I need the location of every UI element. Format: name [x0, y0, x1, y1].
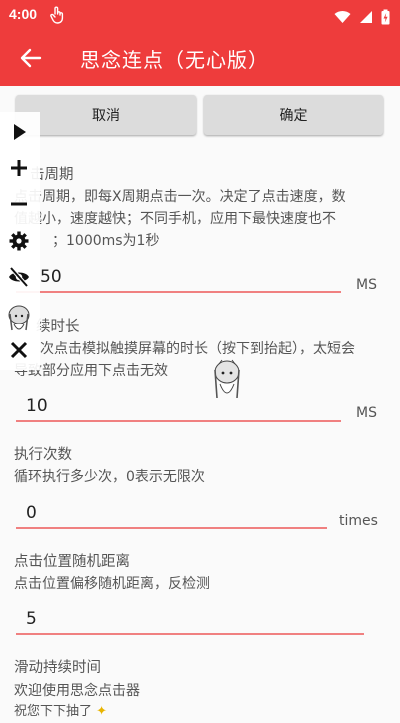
period-description: 点击周期，即每X周期点击一次。决定了点击速度，数 值越小，速度越快；不同手机，应… [14, 186, 346, 252]
offset-input[interactable]: 5 [16, 609, 364, 635]
period-description-line: 值越小，速度越快；不同手机，应用下最快速度也不 [14, 211, 336, 227]
plus-icon [11, 160, 27, 176]
count-label: 执行次数 [14, 447, 72, 463]
duration-unit: MS [356, 405, 377, 421]
play-icon [14, 124, 26, 140]
remove-point-button[interactable] [7, 192, 31, 216]
close-icon [10, 341, 28, 359]
play-button[interactable] [7, 120, 31, 144]
signal-icon [359, 10, 372, 23]
back-button[interactable] [14, 44, 48, 72]
arrow-left-icon [20, 48, 42, 68]
anime-girl-sticker-icon [8, 305, 30, 331]
eye-off-icon [9, 266, 29, 288]
duration-description-line: 次点击模拟触摸屏幕的时长（按下到抬起），太短会 [40, 341, 355, 357]
status-icons [334, 6, 390, 25]
offset-label: 点击位置随机距离 [14, 554, 130, 570]
swipe-label: 滑动持续时间 [14, 660, 101, 676]
welcome-message: 欢迎使用思念点击器 [14, 683, 140, 699]
period-description-line: 点击周期，即每X周期点击一次。决定了点击速度，数 [14, 189, 346, 205]
settings-button[interactable] [7, 229, 31, 253]
minus-icon [11, 202, 27, 206]
confirm-button[interactable]: 确定 [204, 95, 383, 135]
cancel-button[interactable]: 取消 [16, 95, 196, 135]
click-point-marker[interactable] [210, 358, 244, 406]
wifi-icon [334, 10, 351, 23]
add-point-button[interactable] [7, 156, 31, 180]
period-input[interactable]: 50 [16, 267, 341, 293]
count-input[interactable]: 0 [16, 503, 327, 529]
period-unit: MS [356, 277, 377, 293]
duration-description-line: 导致部分应用下点击无效 [14, 363, 168, 379]
status-time: 4:00 [9, 6, 38, 22]
count-description: 循环执行多少次，0表示无限次 [14, 469, 205, 485]
duration-label: 续时长 [36, 319, 80, 335]
anime-girl-sticker-icon [214, 359, 240, 399]
count-unit: times [339, 513, 378, 529]
page-title: 思念连点（无心版） [80, 48, 269, 72]
battery-charging-icon [381, 9, 390, 24]
period-description-line: ；1000ms为1秒 [52, 233, 160, 249]
wish-message: 祝您下下抽了 ✦ [14, 701, 107, 723]
touch-hand-icon [50, 6, 64, 24]
status-bar: 4:00 [0, 0, 400, 30]
offset-description: 点击位置偏移随机距离，反检测 [14, 576, 210, 592]
close-toolbar-button[interactable] [7, 338, 31, 362]
gear-icon [9, 231, 29, 251]
click-point-marker[interactable] [6, 304, 32, 338]
duration-description: 次点击模拟触摸屏幕的时长（按下到抬起），太短会 导致部分应用下点击无效 [14, 338, 355, 382]
duration-input[interactable]: 10 [16, 396, 341, 422]
app-bar: 思念连点（无心版） [0, 30, 400, 86]
hide-button[interactable] [7, 265, 31, 289]
